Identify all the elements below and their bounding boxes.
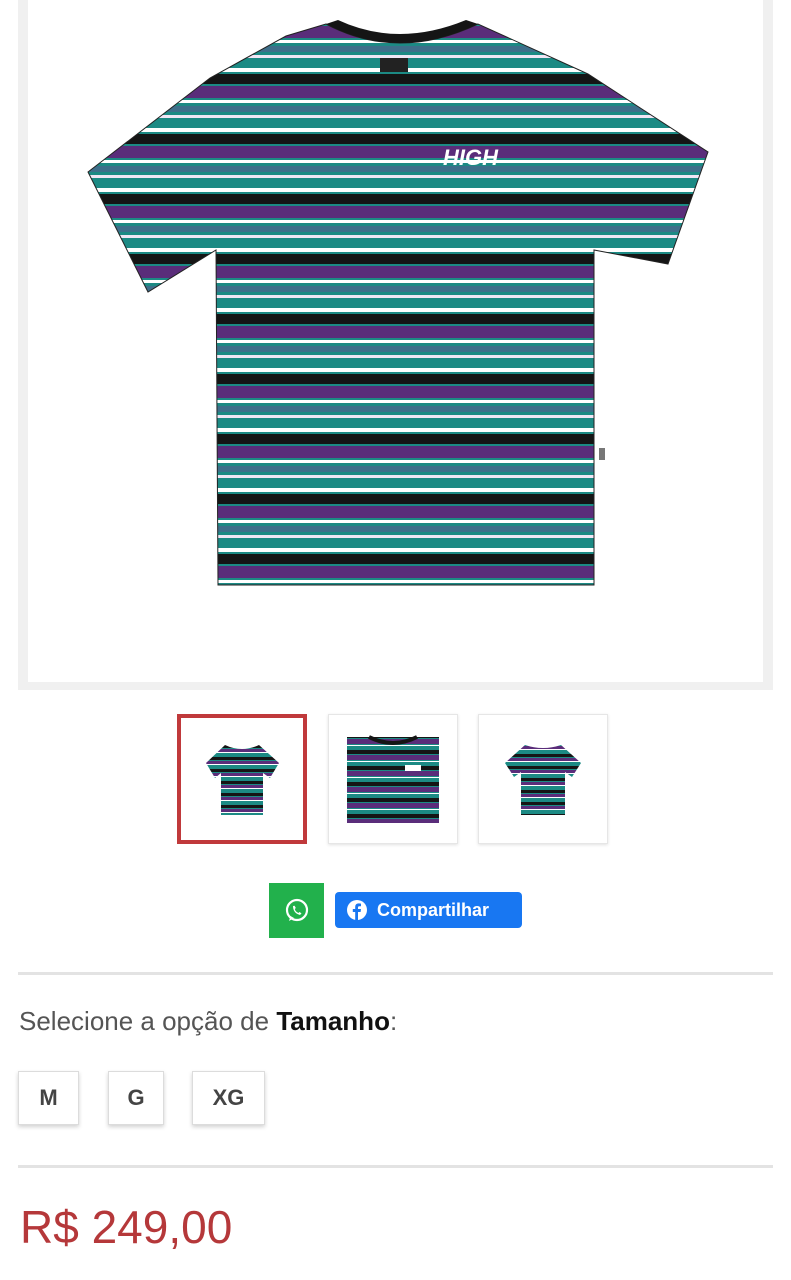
facebook-share-label: Compartilhar [377,899,490,920]
main-product-image-frame: HIGH [18,0,773,690]
divider [18,1165,773,1168]
tshirt-image: HIGH [87,20,709,586]
thumbnail-back[interactable] [478,714,608,844]
size-button-xg[interactable]: XG [192,1071,265,1125]
thumbnail-detail[interactable] [328,714,458,844]
size-button-m[interactable]: M [18,1071,79,1125]
brand-logo: HIGH [443,145,499,170]
divider [18,972,773,975]
whatsapp-icon [285,898,308,921]
whatsapp-share-button[interactable] [269,883,324,938]
option-prompt-prefix: Selecione a opção de [19,1006,277,1036]
main-product-image[interactable]: HIGH [28,0,763,682]
thumbnail-front[interactable] [177,714,307,844]
facebook-share-button[interactable]: Compartilhar [335,892,522,928]
size-option-prompt: Selecione a opção de Tamanho: [19,1006,397,1037]
product-price: R$ 249,00 [20,1201,233,1253]
option-prompt-suffix: : [389,1006,398,1036]
facebook-icon [347,900,367,920]
size-button-g[interactable]: G [108,1071,164,1125]
thumbnail-gallery [0,714,791,844]
option-name: Tamanho [276,1006,390,1036]
share-row: Compartilhar [0,883,791,939]
